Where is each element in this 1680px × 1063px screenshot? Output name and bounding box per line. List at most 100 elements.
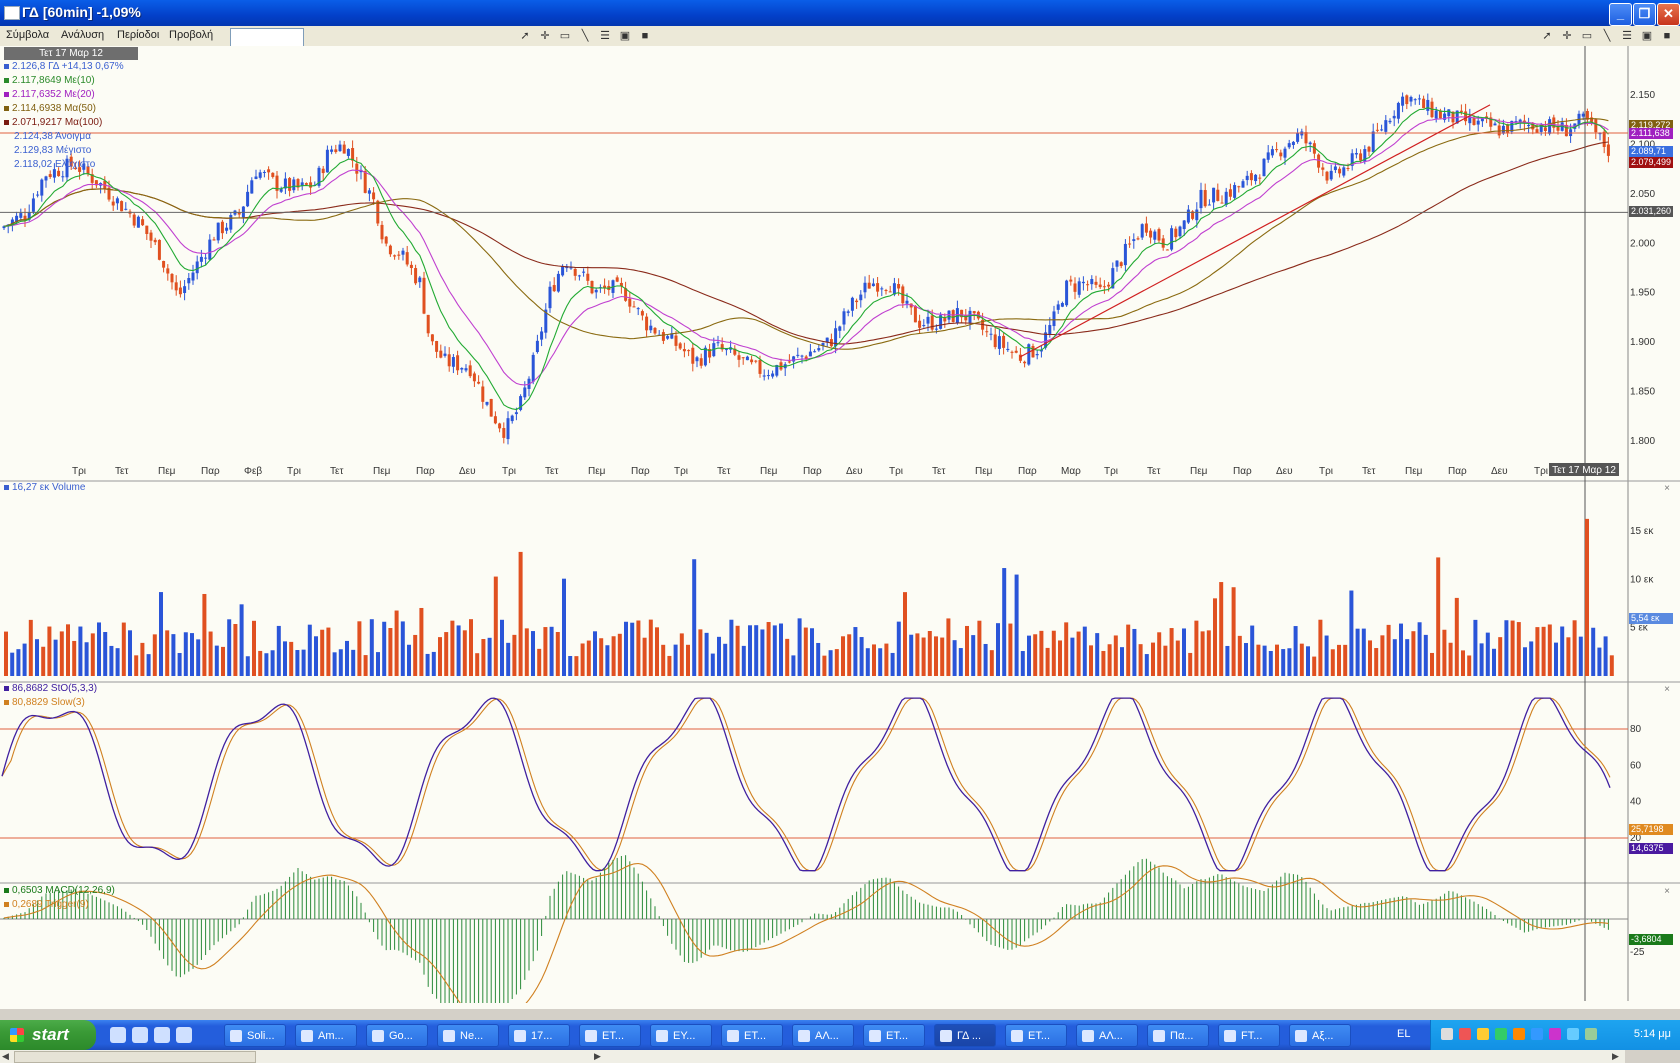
menu-symbols[interactable]: Σύμβολα	[6, 29, 49, 41]
scroll-left-icon[interactable]: ◀	[2, 1051, 9, 1062]
symbol-input[interactable]	[230, 28, 304, 47]
taskbar-button[interactable]: ET...	[721, 1024, 783, 1047]
volume-bar	[1299, 643, 1304, 676]
horizontal-scrollbar[interactable]: ◀ ▶ ▶	[0, 1049, 1625, 1063]
candle-body	[1228, 189, 1232, 197]
volume-bar	[388, 628, 393, 676]
rectangle-tool-icon[interactable]: ▭	[558, 29, 572, 43]
minimize-button[interactable]: _	[1609, 3, 1632, 26]
taskbar-button[interactable]: Go...	[366, 1024, 428, 1047]
chart-area[interactable]: 2.150 2.100 2.050 2.000 1.950 1.900 1.850 1.800…	[0, 46, 1680, 1063]
menu-periods[interactable]: Περίοδοι	[117, 29, 159, 41]
close-button[interactable]: ✕	[1657, 3, 1680, 26]
quicklaunch-app-icon[interactable]	[154, 1027, 170, 1043]
volume-bar	[1430, 652, 1434, 676]
tray-battery-icon[interactable]	[1585, 1028, 1597, 1040]
pointer-tool-icon[interactable]: ➚	[518, 29, 532, 43]
legend-item: 86,8682 StO(5,3,3)	[4, 682, 97, 696]
candle-body	[640, 311, 644, 316]
candle-body	[926, 316, 930, 324]
candle-body	[1224, 191, 1228, 205]
volume-bar	[1188, 652, 1193, 676]
taskbar-button[interactable]: Ne...	[437, 1024, 499, 1047]
volume-bar	[562, 578, 566, 676]
tray-volume-icon[interactable]	[1531, 1028, 1543, 1040]
lines-tool-right-icon[interactable]: ☰	[1620, 29, 1634, 43]
taskbar-button[interactable]: ΑΛ...	[1076, 1024, 1138, 1047]
volume-bar	[1609, 655, 1614, 676]
tray-display-icon[interactable]	[1567, 1028, 1579, 1040]
tray-app-icon[interactable]	[1459, 1028, 1471, 1040]
volume-bar	[1454, 597, 1459, 676]
volume-bar	[450, 620, 455, 676]
volume-bar	[903, 592, 907, 676]
line-tool-right-icon[interactable]: ╲	[1600, 29, 1614, 43]
close-panel-icon[interactable]: ×	[1664, 886, 1670, 897]
volume-bar	[1467, 655, 1472, 676]
candle-body	[1388, 120, 1392, 123]
chart-tool-icon[interactable]: ▣	[618, 29, 632, 43]
candle-body	[682, 349, 686, 352]
taskbar-button[interactable]: Αξ...	[1289, 1024, 1351, 1047]
taskbar-button[interactable]: Πα...	[1147, 1024, 1209, 1047]
candle-body	[1090, 278, 1094, 285]
candle-body	[1354, 153, 1358, 155]
quicklaunch-ie-icon[interactable]	[110, 1027, 126, 1043]
taskbar-button[interactable]: ET...	[579, 1024, 641, 1047]
menu-analysis[interactable]: Ανάλυση	[61, 29, 104, 41]
taskbar-button[interactable]: FT...	[1218, 1024, 1280, 1047]
volume-bar	[16, 649, 21, 676]
tray-security-icon[interactable]	[1495, 1028, 1507, 1040]
language-indicator[interactable]: EL	[1397, 1028, 1410, 1040]
tray-network-icon[interactable]	[1441, 1028, 1453, 1040]
candle-body	[632, 306, 636, 308]
volume-bar	[177, 653, 182, 676]
volume-bar	[183, 632, 188, 676]
crosshair-tool-right-icon[interactable]: ✛	[1560, 29, 1574, 43]
taskbar-button[interactable]: EY...	[650, 1024, 712, 1047]
taskbar-button[interactable]: ΓΔ ...	[934, 1024, 996, 1047]
candle-body	[880, 288, 884, 290]
taskbar-button[interactable]: ET...	[1005, 1024, 1067, 1047]
volume-bar	[1504, 620, 1509, 676]
volume-bar	[4, 631, 8, 676]
scroll-right-icon[interactable]: ▶	[594, 1051, 601, 1062]
taskbar-button[interactable]: Soli...	[224, 1024, 286, 1047]
save-icon[interactable]: ■	[638, 29, 652, 43]
candle-body	[435, 341, 439, 352]
candle-body	[212, 239, 216, 241]
crosshair-tool-icon[interactable]: ✛	[538, 29, 552, 43]
tray-shield-icon[interactable]	[1477, 1028, 1489, 1040]
scroll-end-icon[interactable]: ▶	[1612, 1051, 1619, 1062]
volume-bar	[692, 559, 697, 676]
start-button[interactable]: start	[0, 1020, 96, 1050]
taskbar-button[interactable]: 17...	[508, 1024, 570, 1047]
close-panel-icon[interactable]: ×	[1664, 483, 1670, 494]
candle-body	[531, 354, 535, 382]
candle-body	[918, 320, 922, 328]
pointer-tool-right-icon[interactable]: ➚	[1540, 29, 1554, 43]
quicklaunch-refresh-icon[interactable]	[176, 1027, 192, 1043]
taskbar-button[interactable]: ET...	[863, 1024, 925, 1047]
save-right-icon[interactable]: ■	[1660, 29, 1674, 43]
volume-bar	[828, 650, 833, 676]
taskbar-button[interactable]: ΑΛ...	[792, 1024, 854, 1047]
rectangle-tool-right-icon[interactable]: ▭	[1580, 29, 1594, 43]
quicklaunch-ie2-icon[interactable]	[132, 1027, 148, 1043]
volume-bar	[599, 638, 604, 676]
tray-messenger-icon[interactable]	[1549, 1028, 1561, 1040]
chart-tool-right-icon[interactable]: ▣	[1640, 29, 1654, 43]
line-tool-icon[interactable]: ╲	[578, 29, 592, 43]
tray-update-icon[interactable]	[1513, 1028, 1525, 1040]
close-panel-icon[interactable]: ×	[1664, 684, 1670, 695]
taskbar-button[interactable]: Am...	[295, 1024, 357, 1047]
maximize-button[interactable]: ❐	[1633, 3, 1656, 26]
volume-bar	[283, 641, 287, 676]
chart-canvas[interactable]: 2.1502.1002.0502.0001.9501.9001.8501.800…	[0, 46, 1680, 1003]
candle-body	[124, 208, 128, 210]
candle-body	[464, 368, 468, 371]
menu-view[interactable]: Προβολή	[169, 29, 213, 41]
scroll-thumb[interactable]	[14, 1051, 256, 1063]
lines-tool-icon[interactable]: ☰	[598, 29, 612, 43]
task-app-icon	[443, 1030, 455, 1042]
